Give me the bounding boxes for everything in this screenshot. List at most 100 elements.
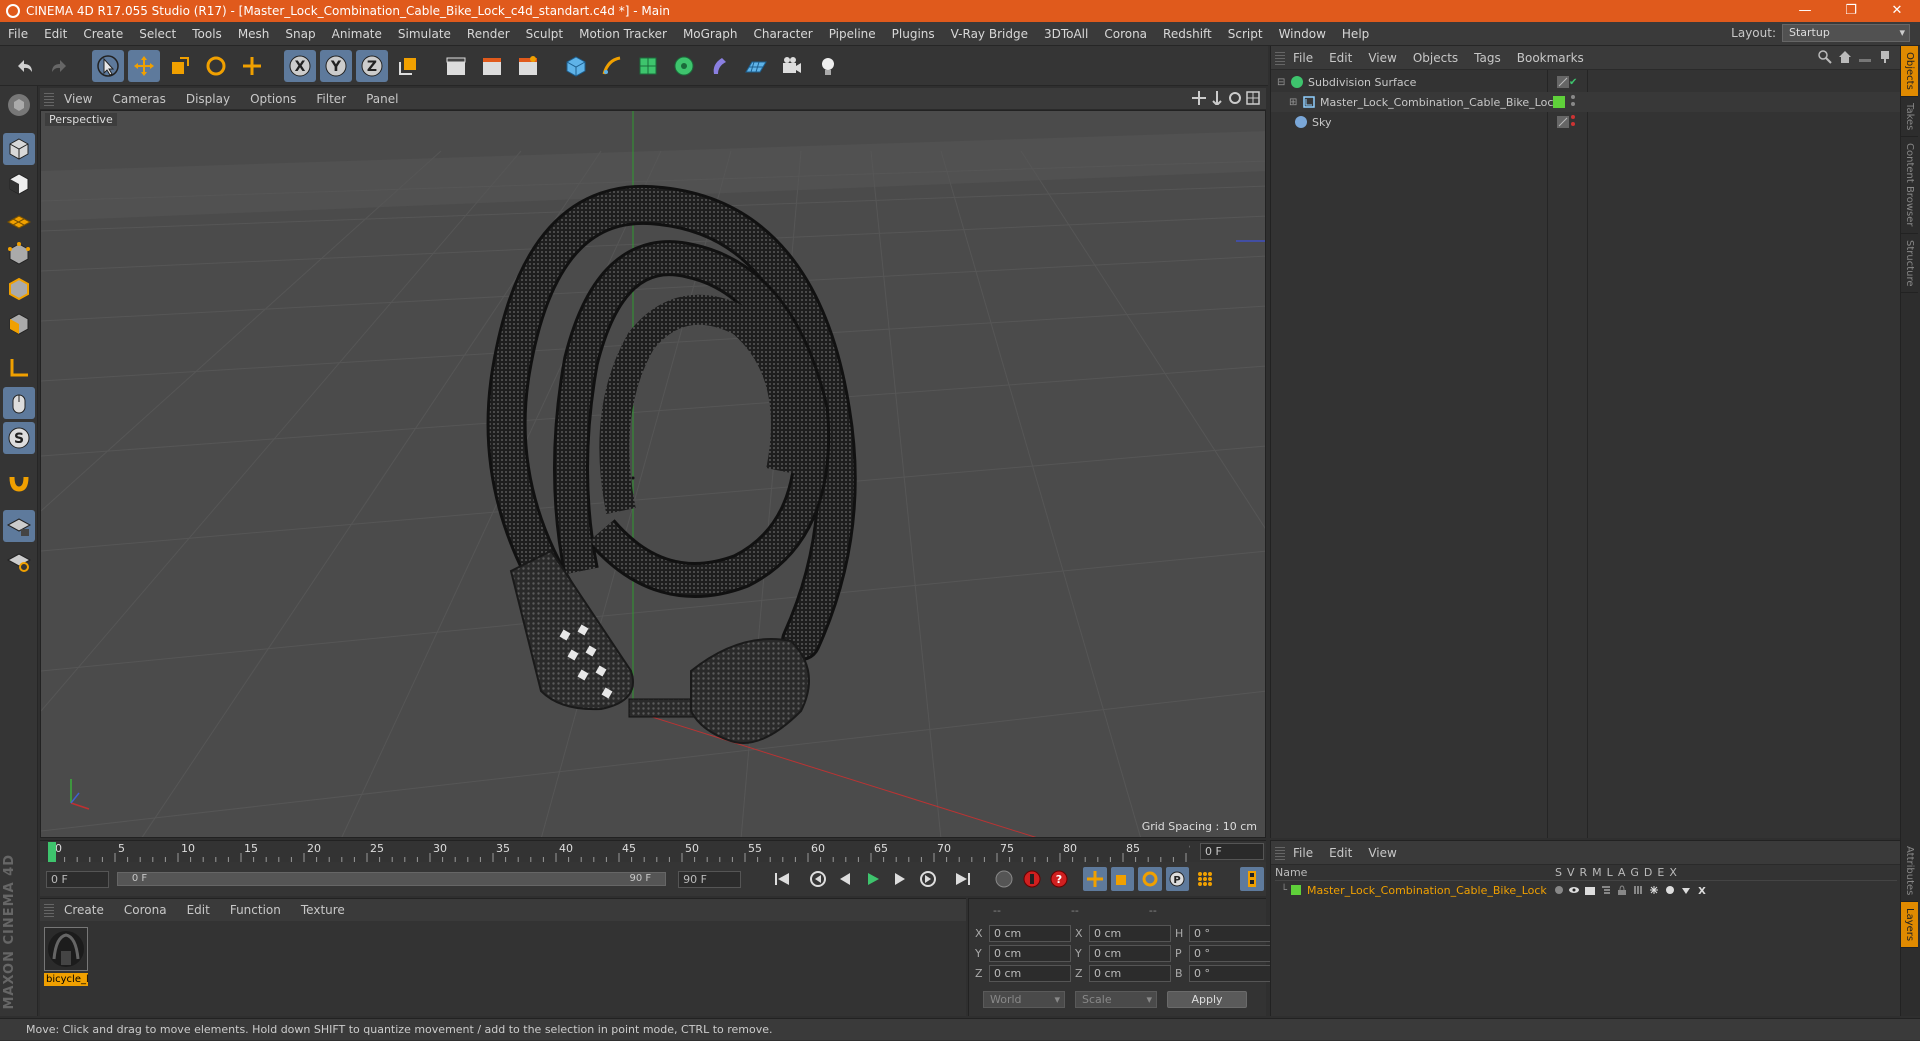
timeline-ruler[interactable]: 0 5 10 15 20 25 30 35 40 45 50 55 60 65 70 75 80 85 90 0 F — [40, 840, 1266, 862]
viewport-menu-options[interactable]: Options — [240, 92, 306, 106]
enabled-check-icon[interactable]: ✔ — [1569, 77, 1577, 88]
model-mode-button[interactable] — [3, 133, 35, 165]
menu-file[interactable]: File — [0, 27, 36, 41]
collapse-icon[interactable]: ⊟ — [1277, 77, 1287, 88]
menu-pipeline[interactable]: Pipeline — [821, 27, 884, 41]
z-axis-lock-button[interactable]: Z — [356, 49, 388, 82]
pin-panel-icon[interactable] — [1878, 50, 1892, 64]
viewport-camera-label[interactable]: Perspective — [45, 113, 117, 126]
toggle-view-icon[interactable] — [1246, 91, 1260, 105]
menu-create[interactable]: Create — [75, 27, 131, 41]
coordinate-mode-dropdown[interactable]: World — [983, 991, 1065, 1008]
menu-script[interactable]: Script — [1220, 27, 1271, 41]
search-icon[interactable] — [1818, 50, 1832, 64]
camera-button[interactable] — [776, 50, 808, 82]
menu-sculpt[interactable]: Sculpt — [518, 27, 571, 41]
flag-render[interactable]: R — [1580, 866, 1588, 879]
previous-key-button[interactable] — [806, 867, 830, 891]
eye-icon[interactable] — [1569, 885, 1579, 895]
object-row-subdivision[interactable]: ⊟ Subdivision Surface ✔ — [1271, 72, 1901, 92]
material-preview[interactable] — [44, 927, 88, 971]
rotation-h-field[interactable]: 0 ° — [1189, 925, 1271, 942]
lock-icon[interactable] — [1617, 885, 1627, 895]
side-tab-content-browser[interactable]: Content Browser — [1901, 137, 1918, 234]
zoom-view-icon[interactable] — [1210, 91, 1224, 105]
layer-name[interactable]: Master_Lock_Combination_Cable_Bike_Lock — [1307, 884, 1547, 897]
menu-edit[interactable]: Edit — [36, 27, 75, 41]
position-z-field[interactable]: 0 cm — [989, 965, 1071, 982]
animation-icon[interactable] — [1633, 885, 1643, 895]
menu-mograph[interactable]: MoGraph — [675, 27, 746, 41]
minimize-button[interactable]: — — [1782, 0, 1828, 22]
coordinate-system-button[interactable] — [392, 50, 424, 82]
flag-xrefs[interactable]: X — [1669, 866, 1677, 879]
position-x-field[interactable]: 0 cm — [989, 925, 1071, 942]
rotation-b-field[interactable]: 0 ° — [1189, 965, 1271, 982]
flag-deformers[interactable]: D — [1644, 866, 1652, 879]
edit-layer-icon[interactable] — [1557, 116, 1569, 128]
next-key-button[interactable] — [916, 867, 940, 891]
undo-button[interactable] — [8, 50, 40, 82]
xref-icon[interactable]: X — [1697, 885, 1707, 895]
menu-corona[interactable]: Corona — [1096, 27, 1155, 41]
object-name[interactable]: Master_Lock_Combination_Cable_Bike_Lock — [1320, 96, 1560, 109]
om-menu-tags[interactable]: Tags — [1466, 51, 1509, 65]
render-settings-button[interactable] — [512, 50, 544, 82]
next-frame-button[interactable] — [888, 867, 912, 891]
side-tab-layers[interactable]: Layers — [1901, 902, 1918, 949]
layer-row[interactable]: └ Master_Lock_Combination_Cable_Bike_Loc… — [1275, 881, 1897, 899]
object-row-bike-lock[interactable]: ⊞ Master_Lock_Combination_Cable_Bike_Loc… — [1271, 92, 1901, 112]
end-frame-field[interactable]: 90 F — [678, 870, 742, 888]
scale-tool-button[interactable] — [164, 50, 196, 82]
edit-layer-icon[interactable] — [1557, 76, 1569, 88]
menu-mesh[interactable]: Mesh — [230, 27, 278, 41]
record-active-button[interactable] — [1020, 867, 1044, 891]
material-menu-texture[interactable]: Texture — [291, 903, 355, 917]
apply-button[interactable]: Apply — [1167, 991, 1247, 1008]
deformer-icon[interactable] — [1665, 885, 1675, 895]
viewport-menu-panel[interactable]: Panel — [356, 92, 408, 106]
om-menu-file[interactable]: File — [1285, 51, 1321, 65]
menu-help[interactable]: Help — [1334, 27, 1377, 41]
make-editable-button[interactable] — [3, 89, 35, 121]
x-axis-lock-button[interactable]: X — [284, 49, 316, 82]
menu-character[interactable]: Character — [745, 27, 820, 41]
material-menu-create[interactable]: Create — [54, 903, 114, 917]
points-mode-button[interactable] — [3, 238, 35, 270]
menu-render[interactable]: Render — [459, 27, 518, 41]
close-button[interactable]: ✕ — [1874, 0, 1920, 22]
om-menu-edit[interactable]: Edit — [1321, 51, 1360, 65]
viewport-menu-display[interactable]: Display — [176, 92, 240, 106]
go-to-start-button[interactable] — [771, 867, 795, 891]
side-tab-structure[interactable]: Structure — [1901, 234, 1918, 294]
panel-grip-icon[interactable] — [44, 91, 54, 106]
key-pla-button[interactable] — [1193, 867, 1217, 891]
menu-redshift[interactable]: Redshift — [1155, 27, 1220, 41]
texture-mode-button[interactable] — [3, 168, 35, 200]
panel-grip-icon[interactable] — [44, 903, 54, 917]
om-menu-bookmarks[interactable]: Bookmarks — [1509, 51, 1592, 65]
tweak-mode-button[interactable] — [3, 387, 35, 419]
side-tab-attributes[interactable]: Attributes — [1901, 840, 1918, 903]
pan-view-icon[interactable] — [1192, 91, 1206, 105]
panel-grip-icon[interactable] — [1275, 50, 1285, 65]
spline-pen-button[interactable] — [596, 50, 628, 82]
key-position-button[interactable] — [1083, 867, 1107, 891]
locked-workplane-button[interactable] — [3, 510, 35, 542]
play-button[interactable] — [861, 867, 885, 891]
layer-color-swatch[interactable] — [1291, 885, 1302, 895]
position-y-field[interactable]: 0 cm — [989, 945, 1071, 962]
material-menu-function[interactable]: Function — [220, 903, 291, 917]
move-tool-button[interactable] — [128, 49, 160, 82]
menu-3dtoall[interactable]: 3DToAll — [1036, 27, 1096, 41]
light-button[interactable] — [812, 50, 844, 82]
panel-grip-icon[interactable] — [1275, 845, 1285, 860]
autokey-button[interactable]: ? — [1048, 867, 1072, 891]
workplane-mode-button[interactable] — [3, 203, 35, 235]
start-frame-field[interactable]: 0 F — [46, 870, 109, 888]
menu-simulate[interactable]: Simulate — [390, 27, 459, 41]
layer-color-swatch[interactable] — [1553, 96, 1565, 108]
solo-toggle-icon[interactable] — [1555, 886, 1563, 894]
layer-menu-file[interactable]: File — [1285, 846, 1321, 860]
size-mode-dropdown[interactable]: Scale — [1075, 991, 1157, 1008]
